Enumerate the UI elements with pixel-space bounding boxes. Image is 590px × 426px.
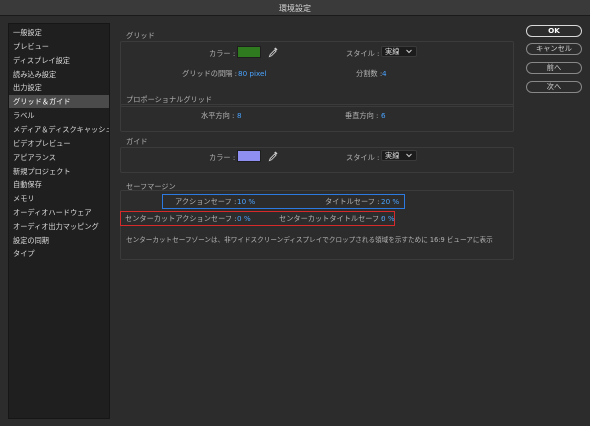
grid-eyedropper-icon[interactable]: [267, 46, 279, 58]
sidebar-item-display[interactable]: ディスプレイ設定: [9, 54, 109, 67]
previous-button[interactable]: 前へ: [526, 62, 582, 74]
sidebar-item-preview[interactable]: プレビュー: [9, 40, 109, 53]
grid-spacing-value[interactable]: 80 pixel: [238, 69, 266, 78]
sidebar-item-audio-hardware[interactable]: オーディオハードウェア: [9, 206, 109, 219]
action-safe-value[interactable]: 10 %: [237, 197, 255, 206]
sidebar-item-autosave[interactable]: 自動保存: [9, 178, 109, 191]
category-sidebar: 一般設定 プレビュー ディスプレイ設定 読み込み設定 出力設定 グリッド＆ガイド…: [8, 23, 110, 419]
sidebar-item-appearance[interactable]: アピアランス: [9, 151, 109, 164]
grid-style-label: スタイル :: [346, 49, 380, 58]
sidebar-item-labels[interactable]: ラベル: [9, 109, 109, 122]
sidebar-item-type[interactable]: タイプ: [9, 247, 109, 260]
vertical-value[interactable]: 6: [381, 111, 386, 120]
sidebar-item-import[interactable]: 読み込み設定: [9, 68, 109, 81]
title-bar: 環境設定: [0, 0, 590, 16]
grid-color-swatch[interactable]: [237, 46, 261, 58]
center-cut-note: センターカットセーフゾーンは、非ワイドスクリーンディスプレイでクロップされる領域…: [126, 236, 493, 244]
guide-section: [120, 147, 514, 173]
grid-color-label: カラー :: [209, 49, 236, 58]
horizontal-value[interactable]: 8: [237, 111, 242, 120]
center-cut-action-safe-value[interactable]: 0 %: [237, 214, 251, 223]
chevron-down-icon: [406, 49, 412, 54]
grid-spacing-label: グリッドの間隔 :: [182, 69, 238, 78]
ok-button[interactable]: OK: [526, 25, 582, 37]
guide-color-label: カラー :: [209, 153, 236, 162]
center-cut-action-safe-label: センターカットアクションセーフ :: [125, 214, 237, 223]
center-cut-title-safe-label: センターカットタイトルセーフ :: [279, 214, 384, 223]
sidebar-item-general[interactable]: 一般設定: [9, 26, 109, 39]
sidebar-item-audio-output-mapping[interactable]: オーディオ出力マッピング: [9, 220, 109, 233]
title-safe-label: タイトルセーフ :: [325, 197, 380, 206]
grid-subdivisions-label: 分割数 :: [356, 69, 383, 78]
vertical-label: 垂直方向 :: [345, 111, 379, 120]
grid-style-value: 実線: [385, 47, 400, 56]
grid-section-title: グリッド: [126, 31, 155, 40]
guide-color-swatch[interactable]: [237, 150, 261, 162]
guide-section-title: ガイド: [126, 137, 148, 146]
chevron-down-icon: [406, 153, 412, 158]
guide-style-value: 実線: [385, 151, 400, 160]
grid-style-dropdown[interactable]: 実線: [381, 46, 417, 57]
guide-style-label: スタイル :: [346, 153, 380, 162]
window-title: 環境設定: [279, 4, 311, 13]
next-button[interactable]: 次へ: [526, 81, 582, 93]
horizontal-label: 水平方向 :: [201, 111, 235, 120]
guide-eyedropper-icon[interactable]: [267, 150, 279, 162]
sidebar-item-grids-guides[interactable]: グリッド＆ガイド: [9, 95, 109, 108]
grid-subdivisions-value[interactable]: 4: [382, 69, 387, 78]
title-safe-value[interactable]: 20 %: [381, 197, 399, 206]
center-cut-title-safe-value[interactable]: 0 %: [381, 214, 395, 223]
sidebar-item-new-project[interactable]: 新規プロジェクト: [9, 165, 109, 178]
sidebar-item-video-preview[interactable]: ビデオプレビュー: [9, 137, 109, 150]
guide-style-dropdown[interactable]: 実線: [381, 150, 417, 161]
sidebar-item-output[interactable]: 出力設定: [9, 81, 109, 94]
sidebar-item-memory[interactable]: メモリ: [9, 192, 109, 205]
sidebar-item-sync-settings[interactable]: 設定の同期: [9, 234, 109, 247]
sidebar-item-media-cache[interactable]: メディア＆ディスクキャッシュ: [9, 123, 109, 136]
cancel-button[interactable]: キャンセル: [526, 43, 582, 55]
action-safe-label: アクションセーフ :: [175, 197, 237, 206]
proportional-grid-section: [120, 104, 514, 132]
settings-panel: グリッド カラー : スタイル : 実線 グリッドの間隔 : 80 pixel …: [116, 23, 522, 419]
